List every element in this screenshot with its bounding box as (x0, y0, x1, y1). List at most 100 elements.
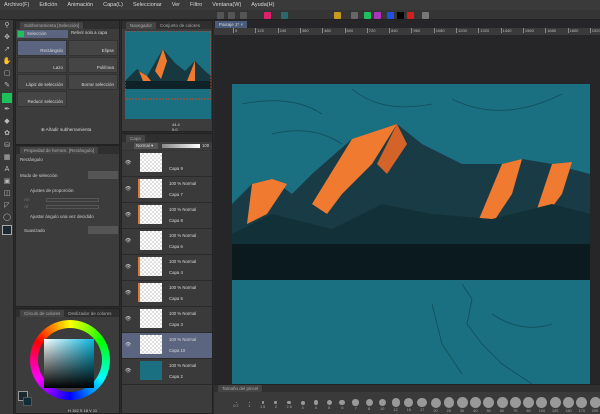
brush-size-preset[interactable]: 100 (536, 397, 548, 413)
subtool-shrink-selection[interactable]: Reducir selección (17, 91, 67, 107)
subtool-tab[interactable]: Subherramienta [Selección] (20, 21, 84, 29)
open-icon[interactable] (228, 12, 235, 19)
blue-color-icon[interactable] (387, 12, 394, 19)
brush-size-preset[interactable]: 12 (390, 397, 402, 412)
selection-active-icon[interactable] (2, 93, 12, 103)
brush-size-preset[interactable]: 40 (469, 397, 481, 413)
menu-5[interactable]: Ver (172, 2, 180, 8)
visibility-eye-icon[interactable]: 👁 (125, 342, 131, 348)
visibility-eye-icon[interactable]: 👁 (125, 186, 131, 192)
antialias-buttons[interactable] (88, 226, 118, 234)
navigator-angle[interactable]: 0.0 (172, 127, 178, 132)
layer-row[interactable]: 👁 100 % Normal Capa 8 (122, 203, 212, 229)
red-color-icon[interactable] (407, 12, 414, 19)
sub-color-swatch[interactable] (23, 397, 32, 406)
menu-1[interactable]: Edición (39, 2, 57, 8)
refer-layer-option[interactable]: Referir solo a capa (71, 30, 107, 35)
brush-size-tab[interactable]: Tamaño del pincel (218, 385, 263, 392)
device-icon[interactable] (422, 12, 429, 19)
layer-row[interactable]: 👁 100 % Normal Capa 6 (122, 229, 212, 255)
black-color-icon[interactable] (397, 12, 404, 19)
brush-size-preset[interactable]: 0.7 (230, 397, 242, 408)
subtool-polyline[interactable]: Polilínea (68, 57, 118, 73)
brush-size-preset[interactable]: 20 (430, 397, 442, 413)
new-icon[interactable] (217, 12, 224, 19)
tool-property-tab[interactable]: Propiedad de herram. [Rectángulo] (20, 146, 99, 154)
move-tool-icon[interactable]: ✥ (2, 33, 12, 43)
magenta-selection-icon[interactable] (374, 12, 381, 19)
brush-size-preset[interactable]: 10 (376, 397, 388, 411)
green-selection-icon[interactable] (364, 12, 371, 19)
brush-size-preset[interactable]: 15 (403, 397, 415, 412)
menu-0[interactable]: Archivo(F) (4, 2, 29, 8)
figure-icon[interactable]: ▣ (2, 177, 12, 187)
brush-size-preset[interactable]: 5 (323, 397, 335, 410)
layer-row[interactable]: 👁 Capa 9 (122, 151, 212, 177)
saturation-value-square[interactable] (44, 339, 94, 388)
subtool-erase-selection[interactable]: Borrar selección (68, 74, 118, 90)
layer-row[interactable]: 👁 100 % Normal Capa 5 (122, 281, 212, 307)
eyedropper-icon[interactable]: ✎ (2, 81, 12, 91)
opacity-slider[interactable] (162, 144, 200, 148)
subtool-selection-pen[interactable]: Lápiz de selección (17, 74, 67, 90)
brush-size-preset[interactable]: 25 (443, 397, 455, 413)
brush-size-preset[interactable]: 3 (297, 397, 309, 410)
menu-2[interactable]: Animación (67, 2, 93, 8)
fill-icon[interactable]: ⛁ (2, 141, 12, 151)
visibility-eye-icon[interactable]: 👁 (125, 264, 131, 270)
layer-tab[interactable]: Capa (126, 134, 145, 142)
navigator-tab[interactable]: Navegador (126, 21, 157, 29)
visibility-eye-icon[interactable]: 👁 (125, 238, 131, 244)
brush-size-preset[interactable]: 17 (416, 397, 428, 412)
menu-3[interactable]: Capa(L) (103, 2, 123, 8)
brush-size-preset[interactable]: 7 (350, 397, 362, 411)
visibility-eye-icon[interactable]: 👁 (125, 368, 131, 374)
brush-size-preset[interactable]: 120 (549, 397, 561, 413)
add-subtool-button[interactable]: ⊕ Añadir subherramienta (41, 127, 91, 133)
brush-size-preset[interactable]: 1.5 (257, 397, 269, 409)
brush-size-preset[interactable]: 200 (589, 397, 600, 413)
visibility-eye-icon[interactable]: 👁 (125, 160, 131, 166)
visibility-eye-icon[interactable]: 👁 (125, 290, 131, 296)
balloon-icon[interactable]: ◯ (2, 213, 12, 223)
canvas-area[interactable]: Paisaje 1* × (214, 20, 600, 384)
layer-row[interactable]: 👁 100 % Normal Capa 3 (122, 307, 212, 333)
layer-row[interactable]: 👁 100 % Normal Capa 2 (122, 359, 212, 385)
menu-7[interactable]: Ventana(W) (212, 2, 241, 8)
clip-studio-icon[interactable] (264, 12, 271, 19)
frame-icon[interactable]: ◫ (2, 189, 12, 199)
layer-row[interactable]: 👁 100 % Normal Capa 4 (122, 255, 212, 281)
brush-size-preset[interactable]: 150 (563, 397, 575, 413)
navigator-preview[interactable] (125, 31, 211, 119)
move-layer-icon[interactable]: ✋ (2, 57, 12, 67)
menu-4[interactable]: Seleccionar (133, 2, 162, 8)
brush-size-preset[interactable]: 30 (456, 397, 468, 413)
subtool-ellipse[interactable]: Elipse (68, 40, 118, 56)
color-set-tab[interactable]: Conjunto de colores (160, 23, 200, 28)
brush-size-preset[interactable]: 50 (483, 397, 495, 413)
blend-mode-select[interactable]: Normal ▾ (134, 143, 158, 149)
selection-tool-icon[interactable]: ▢ (2, 69, 12, 79)
snap-icon[interactable] (334, 12, 341, 19)
visibility-eye-icon[interactable]: 👁 (125, 316, 131, 322)
brush-size-preset[interactable]: 2.5 (283, 397, 295, 409)
brush-size-preset[interactable]: 60 (496, 397, 508, 413)
brush-size-preset[interactable]: 6 (336, 397, 348, 410)
adjust-angle-checkbox[interactable]: Ajustar ángulo una vez decidido (30, 214, 94, 219)
color-slider-tab[interactable]: Deslizador de colores (68, 311, 111, 316)
height-field[interactable] (46, 205, 99, 209)
zoom-tool-icon[interactable]: ⚲ (2, 21, 12, 31)
visibility-eye-icon[interactable]: 👁 (125, 212, 131, 218)
brush-size-preset[interactable]: 80 (523, 397, 535, 413)
pen-icon[interactable]: ✒ (2, 105, 12, 115)
subtool-group-selection[interactable]: Selección (17, 30, 68, 38)
layer-row[interactable]: 👁 100 % Normal Capa 10 (122, 333, 212, 359)
menu-6[interactable]: Filtro (190, 2, 202, 8)
brush-size-preset[interactable]: 4 (310, 397, 322, 410)
operation-tool-icon[interactable]: ➚ (2, 45, 12, 55)
eraser-icon[interactable]: ◆ (2, 117, 12, 127)
selection-mode-buttons[interactable] (88, 171, 118, 179)
brush-size-preset[interactable]: 8 (363, 397, 375, 411)
canvas-tab[interactable]: Paisaje 1* × (215, 21, 248, 28)
gradient-icon[interactable]: ▦ (2, 153, 12, 163)
